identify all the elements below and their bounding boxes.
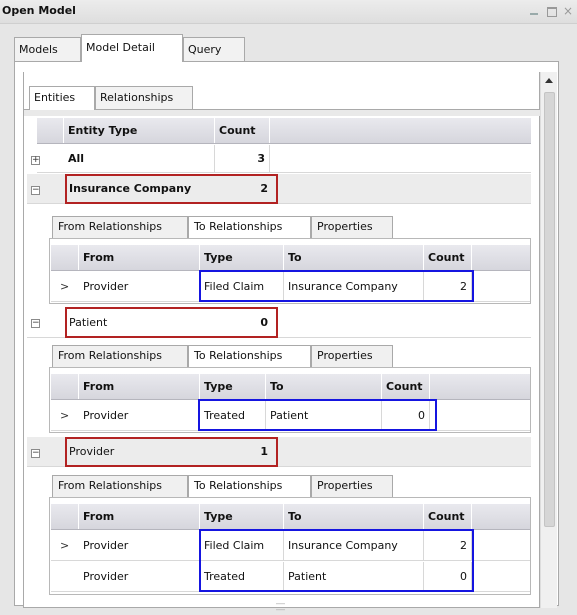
tab-strip-divider bbox=[24, 109, 540, 116]
collapse-icon-glyph: − bbox=[32, 185, 40, 195]
header-count[interactable]: Count bbox=[424, 245, 472, 270]
collapse-icon[interactable]: − bbox=[31, 449, 40, 458]
minimize-icon[interactable] bbox=[526, 3, 542, 19]
tab-to-relationships[interactable]: To Relationships bbox=[188, 475, 311, 497]
cell-from: Provider bbox=[79, 562, 200, 591]
entity-name: All bbox=[64, 145, 215, 172]
cell-type: Treated bbox=[200, 401, 266, 430]
entity-count: 2 bbox=[260, 182, 268, 195]
header-from[interactable]: From bbox=[79, 245, 200, 270]
collapse-icon-glyph: − bbox=[32, 318, 40, 328]
cell-to: Insurance Company bbox=[284, 531, 424, 560]
tab-models-label: Models bbox=[19, 43, 58, 56]
relationships-header: From Type To Count bbox=[51, 374, 530, 400]
entity-name: Patient bbox=[69, 316, 108, 329]
cell-from: Provider bbox=[79, 272, 200, 301]
collapse-icon[interactable]: − bbox=[31, 186, 40, 195]
entity-count: 0 bbox=[260, 316, 268, 329]
header-spacer bbox=[51, 504, 79, 529]
tab-to-relationships[interactable]: To Relationships bbox=[188, 216, 311, 238]
tab-entities-label: Entities bbox=[34, 91, 76, 104]
cell-count: 0 bbox=[424, 562, 472, 591]
tab-query[interactable]: Query bbox=[183, 37, 245, 62]
tab-relationships-label: Relationships bbox=[100, 91, 174, 104]
cell-to: Patient bbox=[266, 401, 382, 430]
cell-count: 0 bbox=[382, 401, 430, 430]
header-spacer bbox=[51, 374, 79, 399]
tab-properties[interactable]: Properties bbox=[311, 345, 393, 367]
row-selector-icon: > bbox=[60, 280, 70, 293]
entity-row-patient[interactable]: − Patient 0 bbox=[27, 307, 531, 338]
relationships-header: From Type To Count bbox=[51, 245, 530, 271]
entity-name: Insurance Company bbox=[69, 182, 192, 195]
cell-from: Provider bbox=[79, 531, 200, 560]
header-count[interactable]: Count bbox=[382, 374, 430, 399]
header-from[interactable]: From bbox=[79, 374, 200, 399]
tab-to-relationships[interactable]: To Relationships bbox=[188, 345, 311, 367]
cell-type: Filed Claim bbox=[200, 531, 284, 560]
header-spacer bbox=[51, 245, 79, 270]
title-bar: Open Model × bbox=[0, 0, 577, 24]
tab-relationships[interactable]: Relationships bbox=[95, 86, 193, 109]
scroll-up-icon[interactable] bbox=[545, 78, 553, 83]
cell-count: 2 bbox=[424, 531, 472, 560]
header-from[interactable]: From bbox=[79, 504, 200, 529]
row-selector-icon: > bbox=[60, 539, 70, 552]
entity-row-all[interactable]: + All 3 bbox=[31, 145, 531, 173]
header-count[interactable]: Count bbox=[424, 504, 472, 529]
resize-grip-icon[interactable]: ― ― bbox=[276, 600, 285, 615]
vertical-scrollbar[interactable] bbox=[540, 72, 557, 608]
expand-icon-glyph: + bbox=[32, 155, 40, 165]
collapse-icon-glyph: − bbox=[32, 448, 40, 458]
relationships-header: From Type To Count bbox=[51, 504, 530, 530]
relationship-row[interactable]: > Provider Filed Claim Insurance Company… bbox=[51, 531, 530, 561]
cell-count: 2 bbox=[424, 272, 472, 301]
header-type[interactable]: Type bbox=[200, 374, 266, 399]
tab-from-relationships[interactable]: From Relationships bbox=[52, 475, 188, 497]
header-count[interactable]: Count bbox=[215, 118, 270, 143]
scrollbar-thumb[interactable] bbox=[544, 92, 555, 527]
tab-entities[interactable]: Entities bbox=[29, 86, 95, 110]
close-icon[interactable]: × bbox=[560, 3, 576, 19]
relationship-row[interactable]: Provider Treated Patient 0 bbox=[51, 562, 530, 592]
relationship-row[interactable]: > Provider Filed Claim Insurance Company… bbox=[51, 272, 530, 302]
entity-row-provider[interactable]: − Provider 1 bbox=[27, 437, 531, 467]
tab-from-relationships[interactable]: From Relationships bbox=[52, 216, 188, 238]
tab-model-detail[interactable]: Model Detail bbox=[81, 34, 183, 62]
tab-from-relationships[interactable]: From Relationships bbox=[52, 345, 188, 367]
entity-grid-header: Entity Type Count bbox=[37, 118, 531, 144]
header-type[interactable]: Type bbox=[200, 245, 284, 270]
header-to[interactable]: To bbox=[266, 374, 382, 399]
cell-type: Treated bbox=[200, 562, 284, 591]
header-entity-type[interactable]: Entity Type bbox=[64, 118, 215, 143]
window-title: Open Model bbox=[2, 4, 76, 17]
entity-name: Provider bbox=[69, 445, 115, 458]
entity-count: 3 bbox=[215, 145, 270, 172]
header-spacer bbox=[37, 118, 64, 143]
row-selector-icon: > bbox=[60, 409, 70, 422]
collapse-icon[interactable]: − bbox=[31, 319, 40, 328]
cell-to: Patient bbox=[284, 562, 424, 591]
header-to[interactable]: To bbox=[284, 504, 424, 529]
header-to[interactable]: To bbox=[284, 245, 424, 270]
cell-to: Insurance Company bbox=[284, 272, 424, 301]
header-type[interactable]: Type bbox=[200, 504, 284, 529]
maximize-icon[interactable] bbox=[543, 3, 559, 19]
expand-icon[interactable]: + bbox=[31, 156, 40, 165]
entity-row-insurance-company[interactable]: − Insurance Company 2 bbox=[27, 174, 531, 204]
tab-models[interactable]: Models bbox=[14, 37, 81, 62]
cell-type: Filed Claim bbox=[200, 272, 284, 301]
relationship-row[interactable]: > Provider Treated Patient 0 bbox=[51, 401, 530, 431]
tab-model-detail-label: Model Detail bbox=[86, 41, 155, 54]
entity-count: 1 bbox=[260, 445, 268, 458]
cell-from: Provider bbox=[79, 401, 200, 430]
tab-properties[interactable]: Properties bbox=[311, 216, 393, 238]
tab-properties[interactable]: Properties bbox=[311, 475, 393, 497]
tab-query-label: Query bbox=[188, 43, 222, 56]
